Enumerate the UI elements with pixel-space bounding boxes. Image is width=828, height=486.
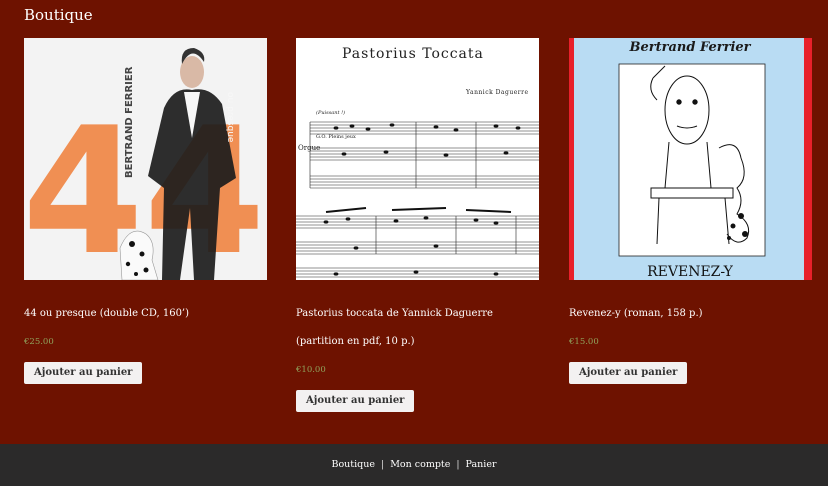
product-title[interactable]: Pastorius toccata de Yannick Daguerre (p…	[296, 300, 541, 356]
cover-composer: Yannick Daguerre	[465, 89, 529, 96]
footer-link-boutique[interactable]: Boutique	[331, 459, 375, 470]
product-image-pastorius-toccata[interactable]: Pastorius Toccata Yannick Daguerre (Puis…	[296, 38, 539, 280]
cover-registration: G.O. Pleins jeux	[316, 134, 356, 140]
product-grid: 44 BERTRAND FERRIER ou presque 44 ou pre…	[0, 38, 828, 438]
cover-subtitle: ou presque	[225, 92, 235, 143]
product-image-44-ou-presque[interactable]: 44 BERTRAND FERRIER ou presque	[24, 38, 267, 280]
add-to-cart-button[interactable]: Ajouter au panier	[296, 390, 415, 412]
add-to-cart-button[interactable]: Ajouter au panier	[24, 362, 143, 384]
cover-author: Bertrand Ferrier	[629, 40, 752, 55]
page-title: Boutique	[24, 6, 93, 24]
product-card: Bertrand Ferrier REVENEZ-Y Revenez-y (ro…	[569, 38, 812, 384]
site-footer: Boutique | Mon compte | Panier	[0, 444, 828, 486]
footer-link-panier[interactable]: Panier	[466, 459, 497, 470]
product-price: €25.00	[24, 337, 54, 347]
add-to-cart-button[interactable]: Ajouter au panier	[569, 362, 688, 384]
product-title[interactable]: 44 ou presque (double CD, 160’)	[24, 300, 269, 328]
footer-link-mon-compte[interactable]: Mon compte	[390, 459, 450, 470]
product-price: €15.00	[569, 337, 599, 347]
product-image-revenez-y[interactable]: Bertrand Ferrier REVENEZ-Y	[569, 38, 812, 280]
cover-artist: BERTRAND FERRIER	[124, 66, 135, 178]
cover-title: REVENEZ-Y	[647, 264, 733, 280]
product-price: €10.00	[296, 365, 326, 375]
product-card: 44 BERTRAND FERRIER ou presque 44 ou pre…	[24, 38, 267, 384]
product-card: Pastorius Toccata Yannick Daguerre (Puis…	[296, 38, 539, 412]
product-title[interactable]: Revenez-y (roman, 158 p.)	[569, 300, 814, 328]
cover-heading: Pastorius Toccata	[342, 46, 484, 62]
cover-tempo: (Puissant !)	[316, 109, 345, 116]
footer-separator: |	[456, 459, 460, 470]
footer-separator: |	[380, 459, 385, 470]
